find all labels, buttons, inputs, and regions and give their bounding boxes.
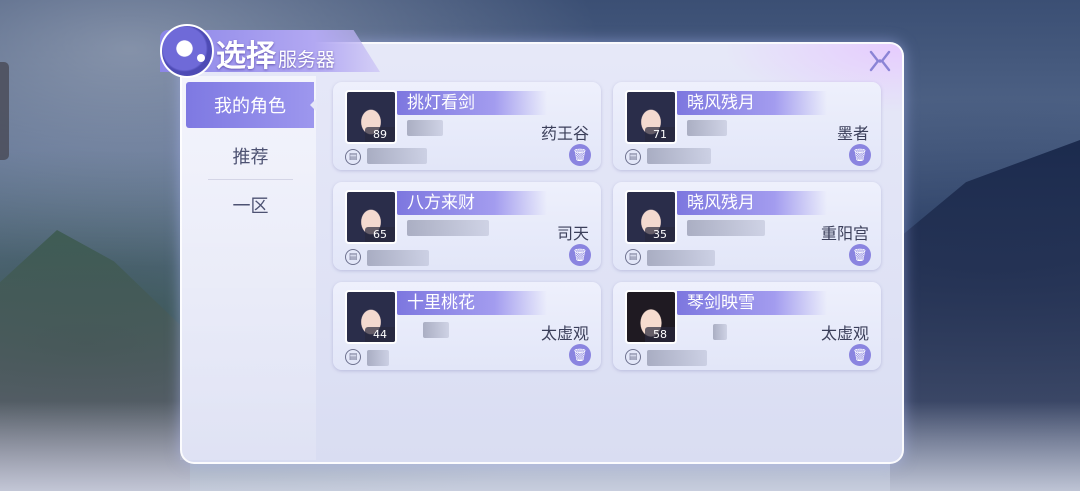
redacted-text: [407, 120, 443, 136]
male-character-avatar: 44: [345, 290, 397, 344]
document-icon: ▤: [345, 349, 361, 365]
male-character-avatar: 65: [345, 190, 397, 244]
sidebar-item-label: 推荐: [232, 147, 269, 168]
trash-icon: 🗑: [572, 348, 588, 362]
redacted-text: [367, 350, 389, 366]
document-icon: ▤: [625, 149, 641, 165]
document-icon: ▤: [345, 249, 361, 265]
level-badge: 65: [365, 227, 395, 242]
level-badge: 44: [365, 327, 395, 342]
character-card[interactable]: 44 十里桃花 太虚观 ▤ 🗑: [333, 282, 601, 370]
delete-character-button[interactable]: 🗑: [569, 344, 591, 366]
male-character-avatar: 35: [625, 190, 677, 244]
redacted-text: [647, 148, 711, 164]
female-character-avatar: 58: [625, 290, 677, 344]
character-sect: 司天: [556, 224, 589, 243]
trash-icon: 🗑: [852, 348, 868, 362]
delete-character-button[interactable]: 🗑: [849, 244, 871, 266]
character-sect: 太虚观: [540, 324, 589, 343]
sidebar-item-label: 我的角色: [214, 96, 286, 117]
close-button[interactable]: [866, 47, 894, 75]
sidebar-item-label: 一区: [232, 196, 269, 217]
sidebar-item-zone-one[interactable]: 一区: [208, 183, 293, 227]
title-main: 选择: [216, 39, 276, 74]
delete-character-button[interactable]: 🗑: [849, 144, 871, 166]
document-icon: ▤: [625, 249, 641, 265]
redacted-text: [367, 148, 427, 164]
close-x-icon: [869, 50, 891, 72]
trash-icon: 🗑: [572, 248, 588, 262]
male-character-avatar: 71: [625, 90, 677, 144]
redacted-text: [407, 220, 489, 236]
title-sub: 服务器: [278, 49, 336, 71]
trash-icon: 🗑: [572, 148, 588, 162]
sidebar-item-recommended[interactable]: 推荐: [208, 134, 293, 178]
character-card[interactable]: 89 挑灯看剑 药王谷 ▤ 🗑: [333, 82, 601, 170]
redacted-text: [687, 220, 765, 236]
page-title: 选择 服务器: [216, 31, 335, 74]
character-card[interactable]: 35 晓风残月 重阳宫 ▤ 🗑: [613, 182, 881, 270]
document-icon: ▤: [625, 349, 641, 365]
delete-character-button[interactable]: 🗑: [569, 144, 591, 166]
character-card[interactable]: 65 八方来财 司天 ▤ 🗑: [333, 182, 601, 270]
side-drawer-handle[interactable]: [0, 62, 9, 160]
male-character-avatar: 89: [345, 90, 397, 144]
character-sect: 墨者: [836, 124, 869, 143]
redacted-text: [647, 250, 715, 266]
character-sect: 药王谷: [540, 124, 589, 143]
level-badge: 58: [645, 327, 675, 342]
level-badge: 71: [645, 127, 675, 142]
trash-icon: 🗑: [852, 148, 868, 162]
character-name: 八方来财: [407, 193, 475, 213]
character-name: 挑灯看剑: [407, 93, 475, 113]
character-name: 晓风残月: [687, 193, 755, 213]
sidebar-divider: [208, 179, 293, 180]
redacted-text: [423, 322, 449, 338]
level-badge: 89: [365, 127, 395, 142]
redacted-text: [713, 324, 727, 340]
delete-character-button[interactable]: 🗑: [849, 344, 871, 366]
active-indicator: [310, 98, 317, 112]
delete-character-button[interactable]: 🗑: [569, 244, 591, 266]
trash-icon: 🗑: [852, 248, 868, 262]
character-name: 十里桃花: [407, 293, 475, 313]
moon-emblem-icon: [160, 24, 214, 78]
character-sect: 重阳宫: [820, 224, 869, 243]
sidebar-item-my-characters[interactable]: 我的角色: [186, 82, 314, 128]
redacted-text: [647, 350, 707, 366]
level-badge: 35: [645, 227, 675, 242]
redacted-text: [367, 250, 429, 266]
document-icon: ▤: [345, 149, 361, 165]
emblem-dot: [197, 54, 205, 62]
character-card[interactable]: 58 琴剑映雪 太虚观 ▤ 🗑: [613, 282, 881, 370]
character-name: 晓风残月: [687, 93, 755, 113]
character-sect: 太虚观: [820, 324, 869, 343]
character-card[interactable]: 71 晓风残月 墨者 ▤ 🗑: [613, 82, 881, 170]
character-name: 琴剑映雪: [687, 293, 755, 313]
redacted-text: [687, 120, 727, 136]
